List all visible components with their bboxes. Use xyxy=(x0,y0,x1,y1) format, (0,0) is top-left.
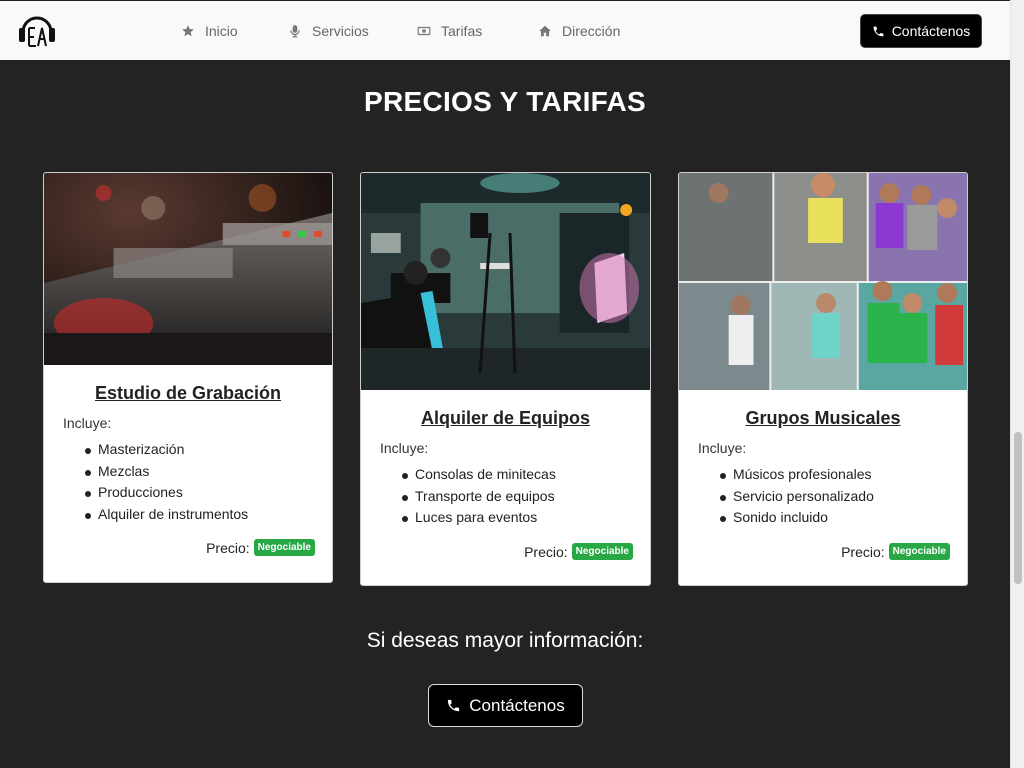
nav-label: Dirección xyxy=(562,23,621,39)
list-item: Producciones xyxy=(84,482,248,504)
home-icon xyxy=(539,25,551,37)
price-label: Precio: xyxy=(524,543,568,560)
section-title: PRECIOS Y TARIFAS xyxy=(363,86,647,117)
star-icon xyxy=(182,25,194,37)
price-label: Precio: xyxy=(206,539,250,556)
card-title[interactable]: Estudio de Grabación xyxy=(44,383,332,404)
includes-list: Consolas de minitecas Transporte de equi… xyxy=(402,464,556,529)
nav-item-inicio[interactable]: Inicio xyxy=(181,21,238,41)
price-label: Precio: xyxy=(841,543,885,560)
contact-button[interactable]: Contáctenos xyxy=(860,14,982,48)
card-title[interactable]: Grupos Musicales xyxy=(679,408,967,429)
phone-icon xyxy=(448,699,460,712)
list-item: Sonido incluido xyxy=(720,507,874,529)
card-title[interactable]: Alquiler de Equipos xyxy=(361,408,650,429)
scroll-thumb[interactable] xyxy=(1014,432,1022,584)
money-icon xyxy=(417,26,431,36)
nav-item-tarifas[interactable]: Tarifas xyxy=(417,21,482,41)
price-badge: Negociable xyxy=(253,539,315,556)
list-item: Transporte de equipos xyxy=(402,486,556,508)
includes-label: Incluye: xyxy=(63,415,112,431)
card-image-mixing-console xyxy=(44,173,332,365)
includes-list: Músicos profesionales Servicio personali… xyxy=(720,464,874,529)
list-item: Consolas de minitecas xyxy=(402,464,556,486)
more-info-text: Si deseas mayor información: xyxy=(366,629,644,652)
contact-button-label: Contáctenos xyxy=(891,23,971,39)
nav-item-direccion[interactable]: Dirección xyxy=(538,21,620,41)
card-image-musicians-collage xyxy=(679,173,967,390)
price-badge: Negociable xyxy=(571,543,633,560)
price-row: Precio: Negociable xyxy=(841,543,950,560)
navbar: Inicio Servicios Tarifas Dirección Contá… xyxy=(0,0,1010,60)
card-image-stage-equipment xyxy=(361,173,650,390)
pricing-card-grupos: Grupos Musicales Incluye: Músicos profes… xyxy=(678,172,968,586)
price-row: Precio: Negociable xyxy=(524,543,633,560)
list-item: Luces para eventos xyxy=(402,507,556,529)
pricing-card-estudio: Estudio de Grabación Incluye: Masterizac… xyxy=(43,172,333,583)
phone-icon xyxy=(873,26,884,36)
list-item: Masterización xyxy=(84,439,248,461)
pricing-card-alquiler: Alquiler de Equipos Incluye: Consolas de… xyxy=(360,172,651,586)
contact-button-bottom[interactable]: Contáctenos xyxy=(428,684,583,727)
includes-label: Incluye: xyxy=(698,440,747,456)
list-item: Músicos profesionales xyxy=(720,464,874,486)
nav-label: Tarifas xyxy=(441,23,483,39)
nav-label: Inicio xyxy=(205,23,238,39)
contact-button-label: Contáctenos xyxy=(469,695,565,715)
includes-label: Incluye: xyxy=(380,440,429,456)
list-item: Alquiler de instrumentos xyxy=(84,504,248,526)
list-item: Servicio personalizado xyxy=(720,486,874,508)
price-badge: Negociable xyxy=(888,543,950,560)
list-item: Mezclas xyxy=(84,461,248,483)
nav-label: Servicios xyxy=(312,23,369,39)
includes-list: Masterización Mezclas Producciones Alqui… xyxy=(84,439,248,526)
page-scrollbar[interactable] xyxy=(1010,0,1024,768)
studio-logo[interactable] xyxy=(16,10,58,52)
nav-item-servicios[interactable]: Servicios xyxy=(288,21,369,41)
price-row: Precio: Negociable xyxy=(206,539,315,556)
microphone-icon xyxy=(290,25,300,38)
